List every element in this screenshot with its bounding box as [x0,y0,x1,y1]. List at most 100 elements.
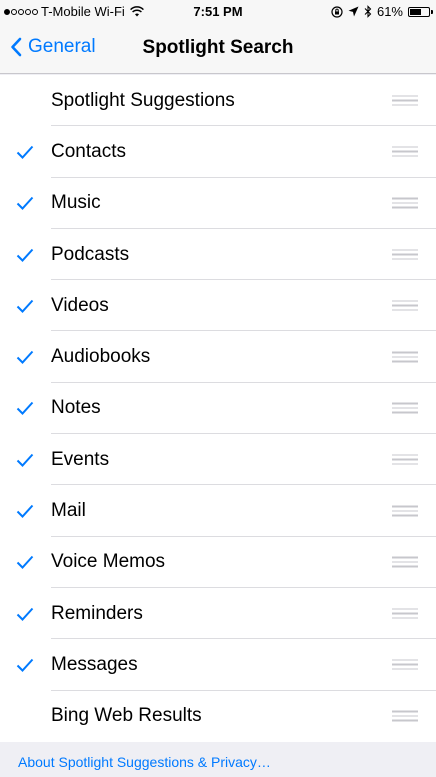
reorder-handle-line [392,95,418,97]
reorder-handle-icon[interactable] [392,505,418,517]
reorder-handle-icon[interactable] [392,146,418,157]
reorder-handle-line [392,514,418,517]
signal-dot [25,8,31,15]
reorder-handle-line [392,300,418,302]
reorder-handle-line [392,249,418,251]
reorder-handle-line [392,150,418,153]
reorder-handle-icon[interactable] [392,402,418,414]
reorder-handle-line [392,351,418,354]
reorder-handle-line [392,715,418,717]
reorder-handle-line [392,304,418,307]
reorder-handle-icon[interactable] [392,351,418,363]
list-item[interactable]: Podcasts [0,229,436,281]
chevron-left-icon [11,37,22,57]
list-item[interactable]: Messages [0,639,436,691]
checkmark-icon [16,402,34,416]
list-item-label: Reminders [51,602,143,624]
reorder-handle-line [392,505,418,508]
reorder-handle-line [392,454,418,456]
reorder-handle-line [392,617,418,619]
reorder-handle-line [392,356,418,358]
list-item-label: Music [51,192,101,214]
reorder-handle-icon[interactable] [392,659,418,670]
reorder-handle-icon[interactable] [392,454,418,465]
list-item[interactable]: Bing Web Results [0,691,436,742]
list-item[interactable]: Voice Memos [0,537,436,589]
back-button-label: General [28,36,96,57]
bluetooth-icon [364,5,372,18]
status-bar: T-Mobile Wi-Fi 7:51 PM 61% [0,0,436,24]
reorder-handle-line [392,411,418,414]
list-item-label: Videos [51,294,109,316]
checkmark-icon [16,453,34,467]
reorder-handle-line [392,510,418,512]
list-item-label: Mail [51,500,86,522]
list-item-label: Messages [51,653,138,675]
battery-percent: 61% [376,4,403,19]
list-item[interactable]: Spotlight Suggestions [0,75,436,127]
reorder-handle-line [392,146,418,148]
reorder-handle-line [392,659,418,661]
reorder-handle-line [392,407,418,409]
list-item[interactable]: Music [0,178,436,230]
reorder-handle-line [392,360,418,363]
reorder-handle-line [392,668,418,670]
list-item-label: Audiobooks [51,346,151,368]
signal-strength-icon [4,8,38,15]
list-item-label: Contacts [51,140,126,162]
list-item[interactable]: Videos [0,280,436,332]
checkmark-icon [16,197,34,211]
reorder-handle-line [392,197,418,200]
reorder-handle-icon[interactable] [392,556,418,568]
lock-rotation-icon [331,5,343,18]
signal-dot [4,8,10,15]
signal-dot [11,8,17,15]
signal-dot [18,8,24,15]
reorder-handle-line [392,608,418,610]
reorder-handle-line [392,612,418,615]
list-item[interactable]: Notes [0,383,436,435]
reorder-handle-icon[interactable] [392,300,418,311]
reorder-handle-icon[interactable] [392,710,418,722]
status-left: T-Mobile Wi-Fi [4,4,144,19]
checkmark-icon [16,556,34,570]
battery-fill [410,8,421,15]
search-results-list: Spotlight Suggestions Contacts Music Podcas… [0,75,436,742]
signal-dot [32,8,38,15]
reorder-handle-line [392,99,418,102]
list-item[interactable]: Reminders [0,588,436,640]
reorder-handle-icon[interactable] [392,608,418,619]
reorder-handle-line [392,402,418,405]
back-button[interactable]: General [10,36,96,58]
list-item[interactable]: Contacts [0,126,436,178]
list-item-label: Notes [51,397,101,419]
list-item-label: Events [51,448,110,470]
list-item[interactable]: Events [0,434,436,486]
checkmark-icon [16,145,34,159]
wifi-icon [129,6,144,17]
list-item[interactable]: Audiobooks [0,331,436,384]
reorder-handle-line [392,561,418,563]
checkmark-icon [16,299,34,313]
reorder-handle-line [392,104,418,106]
battery-nub [431,9,433,14]
reorder-handle-line [392,710,418,713]
reorder-handle-icon[interactable] [392,95,418,106]
navigation-bar: General Spotlight Search [0,24,436,74]
list-item-label: Podcasts [51,243,130,265]
reorder-handle-line [392,463,418,465]
checkmark-icon [16,350,34,365]
checkmark-icon [16,607,34,621]
reorder-handle-line [392,258,418,260]
reorder-handle-icon[interactable] [392,249,418,260]
location-arrow-icon [348,6,359,17]
privacy-link[interactable]: About Spotlight Suggestions & Privacy… [18,754,271,770]
list-item-label: Spotlight Suggestions [51,89,235,111]
reorder-handle-line [392,719,418,722]
list-item[interactable]: Mail [0,485,436,537]
reorder-handle-line [392,206,418,209]
battery-icon [408,6,433,17]
reorder-handle-line [392,155,418,157]
reorder-handle-line [392,458,418,461]
reorder-handle-icon[interactable] [392,197,418,209]
